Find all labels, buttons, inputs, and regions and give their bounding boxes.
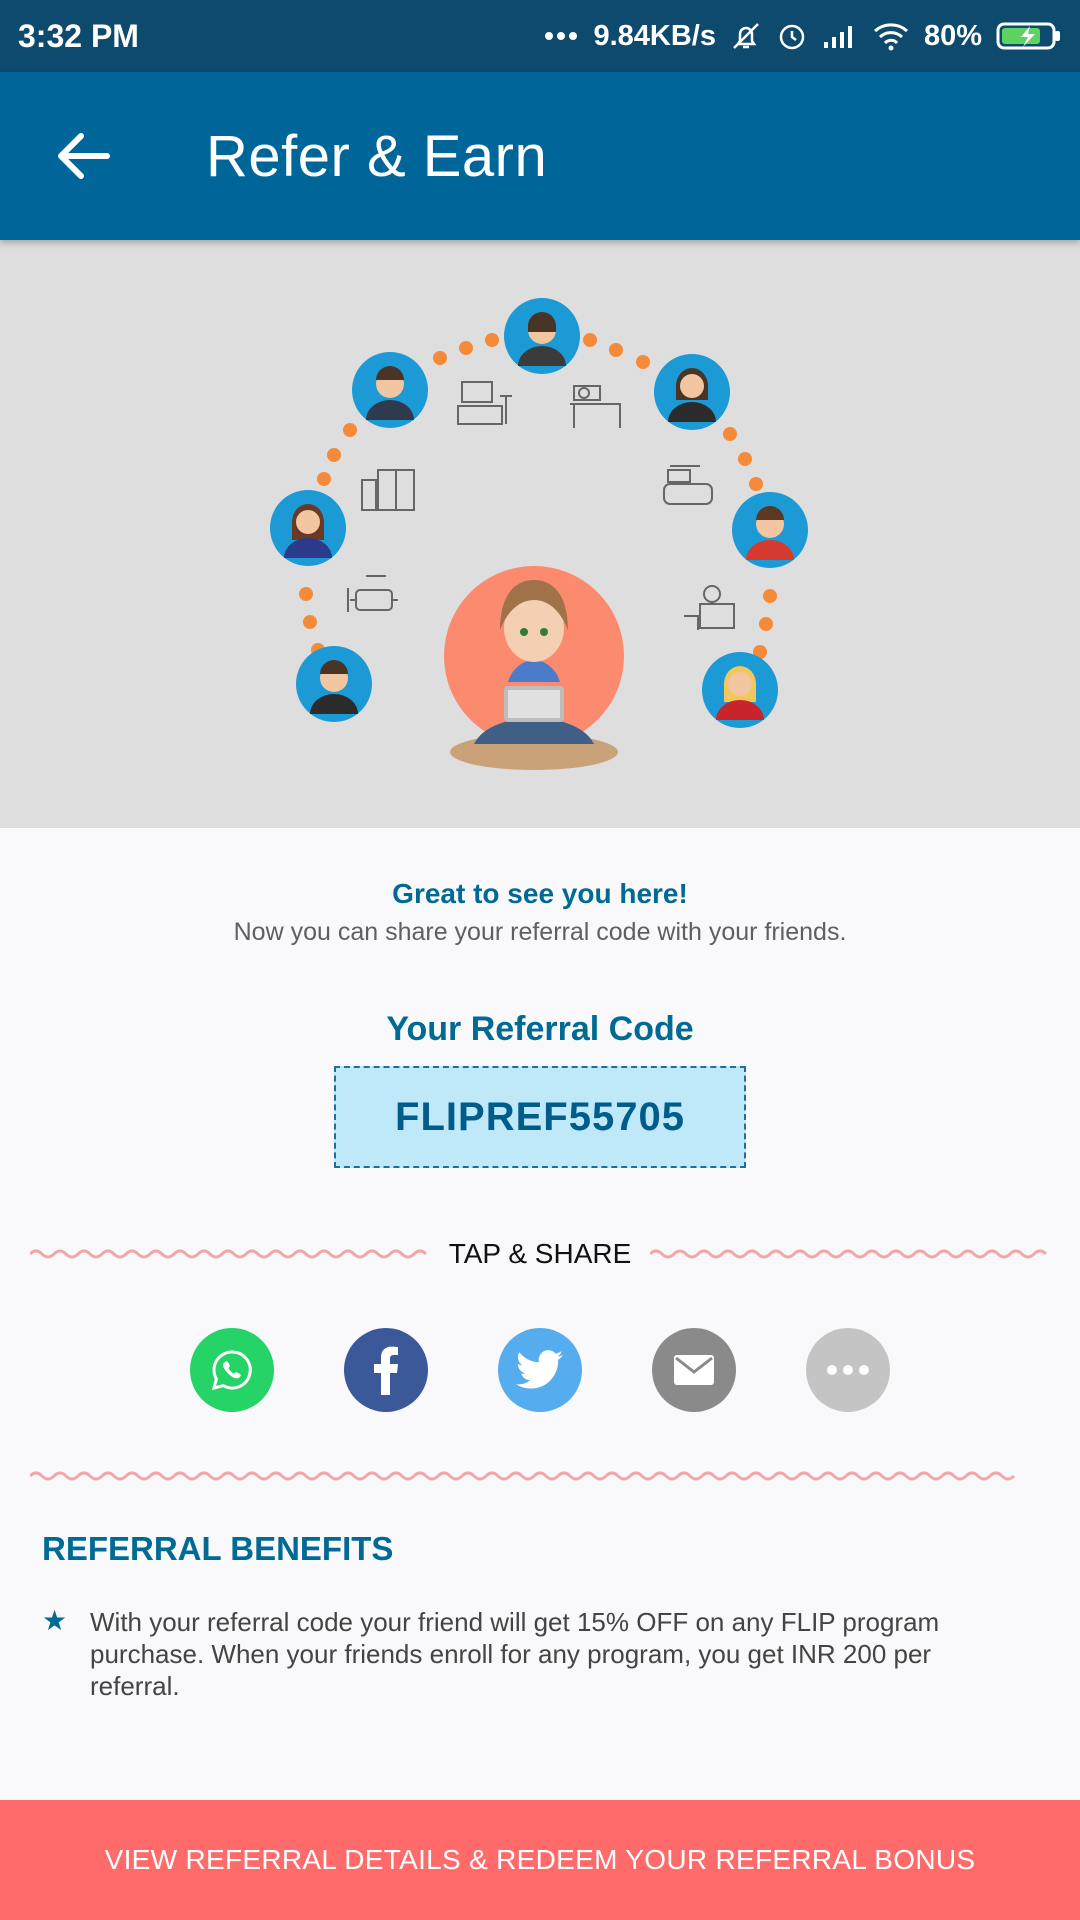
desk-icon <box>570 385 621 428</box>
avatar <box>702 652 778 728</box>
email-icon <box>674 1355 714 1385</box>
view-referral-details-button[interactable]: VIEW REFERRAL DETAILS & REDEEM YOUR REFE… <box>0 1800 1080 1920</box>
whatsapp-share-button[interactable] <box>190 1328 274 1412</box>
facebook-share-button[interactable] <box>344 1328 428 1412</box>
page-title: Refer & Earn <box>206 123 548 189</box>
twitter-share-button[interactable] <box>498 1328 582 1412</box>
signal-icon <box>822 22 858 50</box>
facebook-icon <box>374 1346 398 1395</box>
muted-bell-icon <box>730 20 762 52</box>
tap-share-heading: TAP & SHARE <box>448 1238 632 1269</box>
referral-code-box[interactable]: FLIPREF55705 <box>334 1066 746 1168</box>
status-bar: 3:32 PM 9.84KB/s 80% <box>0 0 1080 72</box>
avatar <box>732 492 808 568</box>
wardrobe-icon <box>361 469 415 511</box>
share-buttons <box>190 1328 890 1412</box>
greeting-title: Great to see you here! <box>392 878 688 909</box>
back-arrow-icon <box>58 133 110 179</box>
avatar <box>352 352 428 428</box>
alarm-icon <box>776 20 808 52</box>
battery-percent: 80% <box>923 19 982 52</box>
whatsapp-icon <box>211 1350 252 1391</box>
email-share-button[interactable] <box>652 1328 736 1412</box>
twitter-icon <box>516 1350 563 1389</box>
avatar <box>296 646 372 722</box>
wavy-divider-right <box>650 1249 1048 1259</box>
referral-network-illustration <box>270 298 808 770</box>
more-icon <box>827 1365 869 1375</box>
avatar <box>654 354 730 430</box>
more-dots-icon <box>543 30 579 42</box>
wifi-icon <box>872 21 910 51</box>
avatar <box>504 298 580 374</box>
greeting-subtitle: Now you can share your referral code wit… <box>233 918 847 946</box>
status-time: 3:32 PM <box>18 17 139 54</box>
benefit-list-item: ★ With your referral code your friend wi… <box>42 1606 1002 1702</box>
app-bar: Refer & Earn <box>0 72 1080 240</box>
referral-code-label: Your Referral Code <box>386 1010 694 1048</box>
wavy-divider-left <box>30 1249 428 1259</box>
tv-stand-icon <box>457 381 512 425</box>
benefit-text: With your referral code your friend will… <box>90 1607 940 1701</box>
sofa-icon <box>347 575 398 612</box>
battery-charging-icon <box>996 21 1062 51</box>
hero-illustration <box>0 240 1080 828</box>
wavy-divider-bottom <box>30 1471 1016 1481</box>
avatar <box>270 490 346 566</box>
dresser-icon <box>684 585 735 630</box>
network-speed: 9.84KB/s <box>593 19 716 52</box>
more-share-button[interactable] <box>806 1328 890 1412</box>
star-icon: ★ <box>42 1605 68 1636</box>
central-user-figure <box>444 566 624 770</box>
back-button[interactable] <box>28 101 138 211</box>
referral-benefits-title: REFERRAL BENEFITS <box>42 1530 394 1567</box>
status-icons: 9.84KB/s 80% <box>543 20 1062 53</box>
bathtub-icon <box>663 465 713 505</box>
